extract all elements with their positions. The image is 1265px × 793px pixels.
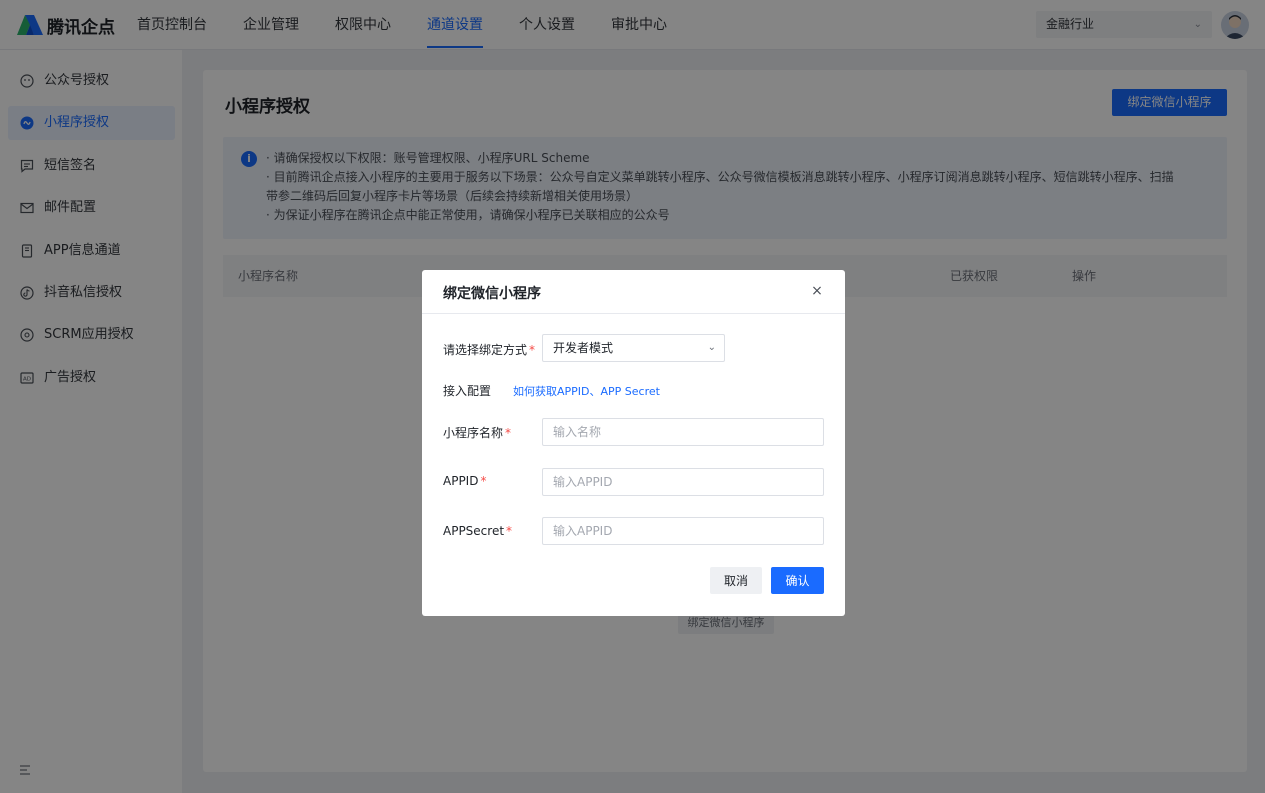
bind-mode-label: 请选择绑定方式 * [443, 341, 535, 358]
name-field-label-text: 小程序名称 [443, 426, 504, 440]
required-mark: * [505, 426, 512, 440]
name-field-label: 小程序名称 * [443, 424, 511, 441]
appsecret-input[interactable] [542, 517, 824, 545]
how-to-get-appid-link[interactable]: 如何获取APPID、APP Secret [513, 383, 660, 399]
appid-input[interactable] [542, 468, 824, 496]
config-label: 接入配置 [443, 384, 492, 398]
appid-field-label-text: APPID [443, 474, 479, 488]
modal-header: 绑定微信小程序 × [422, 270, 845, 314]
required-mark: * [529, 343, 536, 357]
appid-field-label: APPID * [443, 474, 486, 488]
appsecret-field-label-text: APPSecret [443, 524, 505, 538]
required-mark: * [480, 474, 487, 488]
bind-mode-value: 开发者模式 [553, 341, 614, 355]
modal-title: 绑定微信小程序 [443, 286, 541, 302]
bind-mode-label-text: 请选择绑定方式 [443, 343, 528, 357]
cancel-button[interactable]: 取消 [710, 567, 762, 594]
chevron-down-icon: ⌄ [707, 342, 716, 353]
mini-program-name-input[interactable] [542, 418, 824, 446]
close-icon[interactable]: × [810, 282, 824, 300]
bind-mini-program-dialog: 绑定微信小程序 × 请选择绑定方式 * 开发者模式 ⌄ 接入配置 如何获取APPI… [422, 270, 845, 616]
required-mark: * [506, 524, 513, 538]
appsecret-field-label: APPSecret * [443, 524, 512, 538]
bind-mode-select[interactable]: 开发者模式 ⌄ [542, 334, 725, 362]
confirm-button[interactable]: 确认 [771, 567, 824, 594]
